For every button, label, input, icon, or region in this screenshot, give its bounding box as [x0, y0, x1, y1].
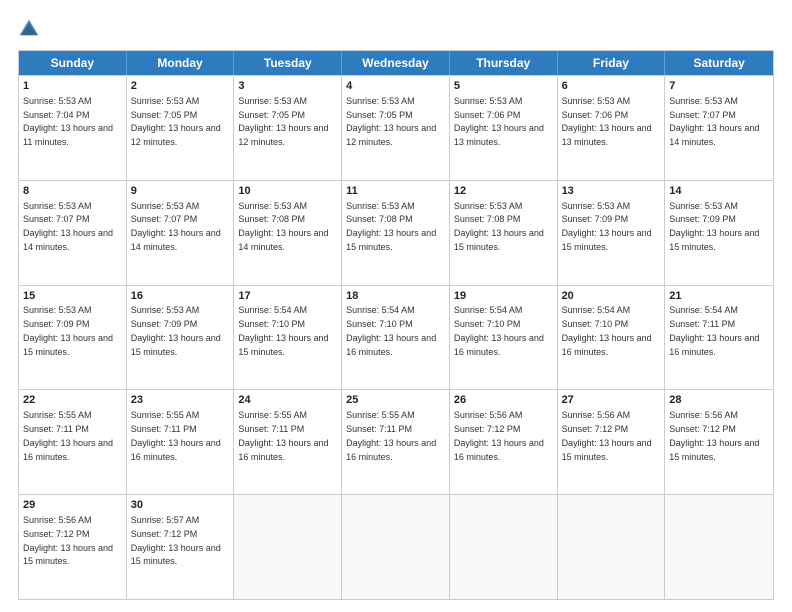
- day-cell-21: 21Sunrise: 5:54 AMSunset: 7:11 PMDayligh…: [665, 286, 773, 390]
- day-header-thursday: Thursday: [450, 51, 558, 75]
- day-cell-8: 8Sunrise: 5:53 AMSunset: 7:07 PMDaylight…: [19, 181, 127, 285]
- day-cell-12: 12Sunrise: 5:53 AMSunset: 7:08 PMDayligh…: [450, 181, 558, 285]
- day-cell-27: 27Sunrise: 5:56 AMSunset: 7:12 PMDayligh…: [558, 390, 666, 494]
- day-cell-9: 9Sunrise: 5:53 AMSunset: 7:07 PMDaylight…: [127, 181, 235, 285]
- day-cell-6: 6Sunrise: 5:53 AMSunset: 7:06 PMDaylight…: [558, 76, 666, 180]
- day-cell-11: 11Sunrise: 5:53 AMSunset: 7:08 PMDayligh…: [342, 181, 450, 285]
- header: [18, 18, 774, 40]
- day-cell-16: 16Sunrise: 5:53 AMSunset: 7:09 PMDayligh…: [127, 286, 235, 390]
- week-row-0: 1Sunrise: 5:53 AMSunset: 7:04 PMDaylight…: [19, 75, 773, 180]
- day-cell-29: 29Sunrise: 5:56 AMSunset: 7:12 PMDayligh…: [19, 495, 127, 599]
- day-cell-24: 24Sunrise: 5:55 AMSunset: 7:11 PMDayligh…: [234, 390, 342, 494]
- day-cell-30: 30Sunrise: 5:57 AMSunset: 7:12 PMDayligh…: [127, 495, 235, 599]
- day-header-monday: Monday: [127, 51, 235, 75]
- day-cell-5: 5Sunrise: 5:53 AMSunset: 7:06 PMDaylight…: [450, 76, 558, 180]
- day-cell-10: 10Sunrise: 5:53 AMSunset: 7:08 PMDayligh…: [234, 181, 342, 285]
- week-row-3: 22Sunrise: 5:55 AMSunset: 7:11 PMDayligh…: [19, 389, 773, 494]
- empty-cell: [234, 495, 342, 599]
- empty-cell: [665, 495, 773, 599]
- day-cell-17: 17Sunrise: 5:54 AMSunset: 7:10 PMDayligh…: [234, 286, 342, 390]
- logo-icon: [18, 18, 40, 40]
- week-row-1: 8Sunrise: 5:53 AMSunset: 7:07 PMDaylight…: [19, 180, 773, 285]
- day-cell-26: 26Sunrise: 5:56 AMSunset: 7:12 PMDayligh…: [450, 390, 558, 494]
- calendar-header: SundayMondayTuesdayWednesdayThursdayFrid…: [19, 51, 773, 75]
- day-cell-19: 19Sunrise: 5:54 AMSunset: 7:10 PMDayligh…: [450, 286, 558, 390]
- day-cell-7: 7Sunrise: 5:53 AMSunset: 7:07 PMDaylight…: [665, 76, 773, 180]
- day-header-tuesday: Tuesday: [234, 51, 342, 75]
- day-header-wednesday: Wednesday: [342, 51, 450, 75]
- day-header-saturday: Saturday: [665, 51, 773, 75]
- day-cell-28: 28Sunrise: 5:56 AMSunset: 7:12 PMDayligh…: [665, 390, 773, 494]
- day-cell-22: 22Sunrise: 5:55 AMSunset: 7:11 PMDayligh…: [19, 390, 127, 494]
- day-cell-1: 1Sunrise: 5:53 AMSunset: 7:04 PMDaylight…: [19, 76, 127, 180]
- logo: [18, 18, 44, 40]
- day-cell-3: 3Sunrise: 5:53 AMSunset: 7:05 PMDaylight…: [234, 76, 342, 180]
- day-cell-23: 23Sunrise: 5:55 AMSunset: 7:11 PMDayligh…: [127, 390, 235, 494]
- empty-cell: [342, 495, 450, 599]
- day-cell-15: 15Sunrise: 5:53 AMSunset: 7:09 PMDayligh…: [19, 286, 127, 390]
- page: SundayMondayTuesdayWednesdayThursdayFrid…: [0, 0, 792, 612]
- empty-cell: [450, 495, 558, 599]
- calendar: SundayMondayTuesdayWednesdayThursdayFrid…: [18, 50, 774, 600]
- day-cell-18: 18Sunrise: 5:54 AMSunset: 7:10 PMDayligh…: [342, 286, 450, 390]
- day-cell-20: 20Sunrise: 5:54 AMSunset: 7:10 PMDayligh…: [558, 286, 666, 390]
- day-cell-2: 2Sunrise: 5:53 AMSunset: 7:05 PMDaylight…: [127, 76, 235, 180]
- calendar-body: 1Sunrise: 5:53 AMSunset: 7:04 PMDaylight…: [19, 75, 773, 599]
- day-header-sunday: Sunday: [19, 51, 127, 75]
- week-row-2: 15Sunrise: 5:53 AMSunset: 7:09 PMDayligh…: [19, 285, 773, 390]
- day-cell-4: 4Sunrise: 5:53 AMSunset: 7:05 PMDaylight…: [342, 76, 450, 180]
- week-row-4: 29Sunrise: 5:56 AMSunset: 7:12 PMDayligh…: [19, 494, 773, 599]
- day-cell-25: 25Sunrise: 5:55 AMSunset: 7:11 PMDayligh…: [342, 390, 450, 494]
- day-header-friday: Friday: [558, 51, 666, 75]
- day-cell-14: 14Sunrise: 5:53 AMSunset: 7:09 PMDayligh…: [665, 181, 773, 285]
- empty-cell: [558, 495, 666, 599]
- day-cell-13: 13Sunrise: 5:53 AMSunset: 7:09 PMDayligh…: [558, 181, 666, 285]
